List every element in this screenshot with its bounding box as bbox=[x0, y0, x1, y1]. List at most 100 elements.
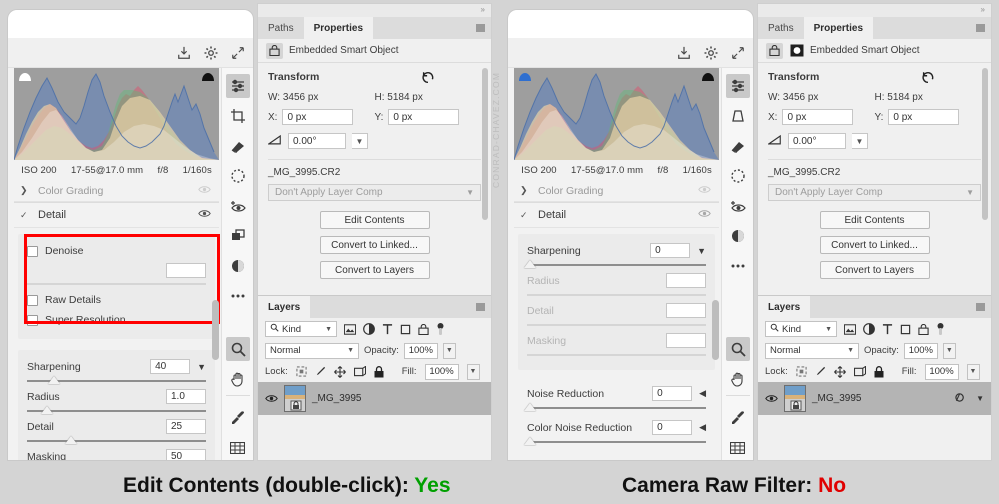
stamp-icon[interactable] bbox=[226, 224, 250, 248]
denoise-amount-input[interactable] bbox=[166, 262, 206, 278]
shape-filter-icon[interactable] bbox=[400, 324, 411, 335]
highlight-clipping-icon[interactable] bbox=[201, 71, 215, 82]
layer-comp-select[interactable]: Don't Apply Layer Comp ▼ bbox=[768, 184, 981, 201]
fullscreen-icon[interactable] bbox=[731, 46, 745, 60]
properties-scrollbar-left[interactable] bbox=[482, 68, 488, 220]
adjustment-filter-icon[interactable] bbox=[863, 323, 875, 335]
detail-track[interactable] bbox=[27, 436, 206, 445]
smart-object-filter-icon[interactable] bbox=[418, 323, 429, 335]
gear-icon[interactable] bbox=[704, 46, 718, 60]
edit-contents-button[interactable]: Edit Contents bbox=[319, 211, 430, 229]
fill-stepper[interactable]: ▼ bbox=[966, 363, 980, 380]
layer-comp-select[interactable]: Don't Apply Layer Comp ▼ bbox=[268, 184, 481, 201]
hand-icon[interactable] bbox=[226, 367, 250, 391]
lock-position-icon[interactable] bbox=[833, 365, 846, 378]
radius-track[interactable] bbox=[27, 406, 206, 415]
fill-input[interactable]: 100% bbox=[424, 363, 459, 380]
fullscreen-icon[interactable] bbox=[231, 46, 245, 60]
shadow-clipping-icon[interactable] bbox=[18, 71, 32, 82]
smart-object-filter-icon[interactable] bbox=[918, 323, 929, 335]
denoise-amount-track[interactable] bbox=[27, 279, 206, 288]
tab-layers[interactable]: Layers bbox=[758, 296, 811, 318]
lock-artboard-icon[interactable] bbox=[853, 366, 866, 377]
panel-menu-icon[interactable] bbox=[476, 24, 485, 32]
y-input[interactable]: 0 px bbox=[388, 109, 460, 125]
x-input[interactable]: 0 px bbox=[782, 109, 854, 125]
edit-sliders-icon[interactable] bbox=[225, 74, 250, 98]
edit-sliders-icon[interactable] bbox=[725, 74, 750, 98]
red-eye-icon[interactable] bbox=[726, 194, 750, 218]
section-detail-right[interactable]: ✓ Detail bbox=[514, 202, 719, 228]
more-options-icon[interactable] bbox=[726, 254, 750, 278]
eyedropper-icon[interactable] bbox=[226, 406, 250, 430]
convert-to-linked-button[interactable]: Convert to Linked... bbox=[819, 236, 930, 254]
panel-menu-icon[interactable] bbox=[976, 303, 985, 311]
triangle-left-icon[interactable]: ◀ bbox=[699, 388, 706, 399]
tab-paths[interactable]: Paths bbox=[758, 17, 804, 39]
raw-details-checkbox[interactable] bbox=[27, 294, 38, 306]
layer-row[interactable]: _MG_3995 bbox=[258, 382, 491, 415]
triangle-down-icon[interactable]: ▼ bbox=[197, 362, 206, 372]
red-eye-icon[interactable] bbox=[226, 194, 250, 218]
eye-icon[interactable] bbox=[198, 185, 211, 197]
shape-filter-icon[interactable] bbox=[900, 324, 911, 335]
color-noise-reduction-track[interactable] bbox=[524, 437, 706, 446]
smart-filter-icon[interactable] bbox=[954, 390, 967, 408]
tab-properties[interactable]: Properties bbox=[803, 17, 874, 39]
convert-to-linked-button[interactable]: Convert to Linked... bbox=[319, 236, 430, 254]
acr-scrollbar-right[interactable] bbox=[712, 300, 719, 360]
reset-icon[interactable] bbox=[921, 71, 935, 89]
healing-icon[interactable] bbox=[226, 134, 250, 158]
detail-input[interactable]: 25 bbox=[166, 419, 206, 434]
panel-collapse-bar-right[interactable]: » bbox=[758, 4, 991, 17]
panel-menu-icon[interactable] bbox=[476, 303, 485, 311]
blend-mode-select[interactable]: Normal ▼ bbox=[265, 342, 359, 359]
angle-dropdown-icon[interactable]: ▼ bbox=[352, 133, 368, 149]
grid-icon[interactable] bbox=[226, 436, 250, 460]
noise-reduction-track[interactable] bbox=[524, 403, 706, 412]
crop-icon[interactable] bbox=[226, 104, 250, 128]
lock-all-icon[interactable] bbox=[874, 365, 884, 378]
eye-icon[interactable] bbox=[265, 390, 278, 408]
sharpening-track[interactable] bbox=[524, 260, 706, 269]
layer-filter-kind-select[interactable]: Kind ▼ bbox=[765, 321, 837, 337]
tab-layers[interactable]: Layers bbox=[258, 296, 311, 318]
eye-icon[interactable] bbox=[198, 209, 211, 221]
grid-icon[interactable] bbox=[726, 436, 750, 460]
y-input[interactable]: 0 px bbox=[888, 109, 960, 125]
zoom-icon[interactable] bbox=[725, 337, 750, 361]
lock-position-icon[interactable] bbox=[333, 365, 346, 378]
layer-row[interactable]: _MG_3995 ▼ bbox=[758, 382, 991, 415]
sharpening-track[interactable] bbox=[27, 376, 206, 385]
acr-scrollbar-left[interactable] bbox=[212, 300, 219, 360]
masking-icon[interactable] bbox=[726, 164, 750, 188]
masking-input[interactable]: 50 bbox=[166, 449, 206, 460]
healing-icon[interactable] bbox=[726, 134, 750, 158]
pixel-filter-icon[interactable] bbox=[344, 323, 356, 335]
highlight-clipping-icon[interactable] bbox=[701, 71, 715, 82]
masking-icon[interactable] bbox=[226, 164, 250, 188]
convert-to-layers-button[interactable]: Convert to Layers bbox=[819, 261, 930, 279]
toggle-filter-icon[interactable] bbox=[436, 322, 445, 336]
panel-menu-icon[interactable] bbox=[976, 24, 985, 32]
hand-icon[interactable] bbox=[726, 367, 750, 391]
eyedropper-icon[interactable] bbox=[726, 406, 750, 430]
presets-icon[interactable] bbox=[726, 224, 750, 248]
opacity-input[interactable]: 100% bbox=[403, 342, 438, 359]
gear-icon[interactable] bbox=[204, 46, 218, 60]
convert-to-layers-button[interactable]: Convert to Layers bbox=[319, 261, 430, 279]
tab-paths[interactable]: Paths bbox=[258, 17, 304, 39]
zoom-icon[interactable] bbox=[225, 337, 250, 361]
section-color-grading-left[interactable]: ❯ Color Grading bbox=[14, 180, 219, 202]
smart-filter-mask-icon[interactable] bbox=[789, 44, 804, 58]
blend-mode-select[interactable]: Normal ▼ bbox=[765, 342, 859, 359]
x-input[interactable]: 0 px bbox=[282, 109, 354, 125]
toggle-filter-icon[interactable] bbox=[936, 322, 945, 336]
fill-input[interactable]: 100% bbox=[924, 363, 959, 380]
tab-properties[interactable]: Properties bbox=[303, 17, 374, 39]
edit-contents-button[interactable]: Edit Contents bbox=[819, 211, 930, 229]
lock-transparency-icon[interactable] bbox=[796, 366, 807, 377]
collapse-panel-icon[interactable]: » bbox=[981, 5, 985, 14]
denoise-checkbox-row[interactable]: Denoise bbox=[27, 241, 206, 261]
crop-icon[interactable] bbox=[726, 104, 750, 128]
